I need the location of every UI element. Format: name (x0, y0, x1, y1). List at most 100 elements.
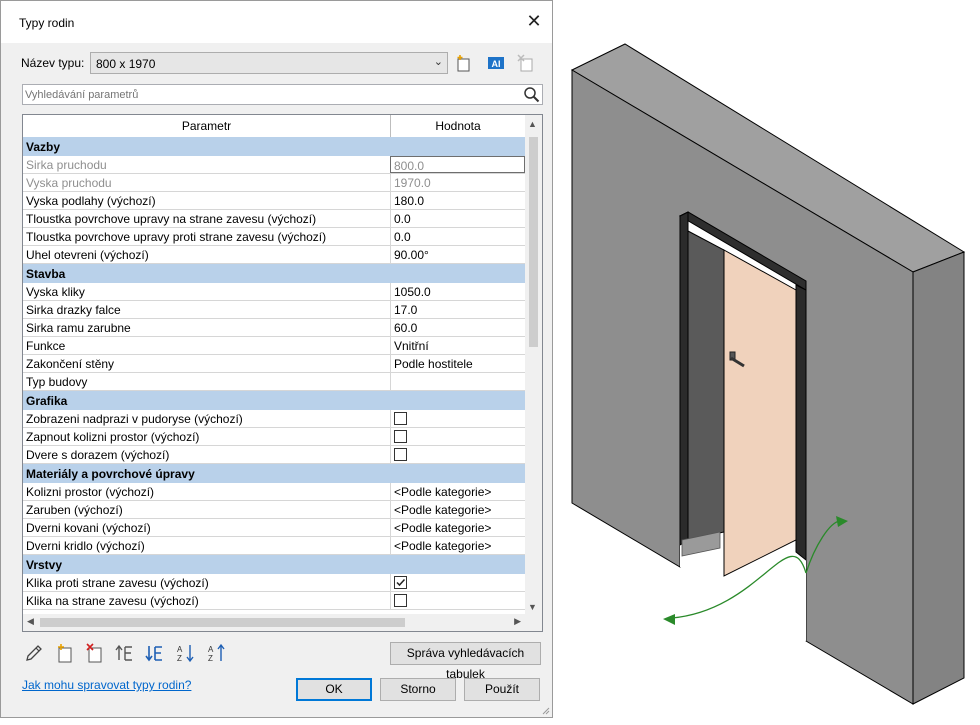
checkbox-icon[interactable] (394, 412, 407, 425)
ok-button[interactable]: OK (296, 678, 372, 701)
parameter-value-cell[interactable] (390, 446, 525, 463)
search-input[interactable] (25, 86, 515, 103)
category-header[interactable]: Vrstvy (23, 555, 525, 574)
parameter-value-cell[interactable] (390, 410, 525, 427)
parameter-row[interactable]: Sirka ramu zarubne 60.0 (23, 319, 525, 337)
rename-type-icon[interactable]: AI (487, 54, 505, 72)
horizontal-scrollbar[interactable]: ◀ ▶ (23, 614, 525, 631)
move-up-icon[interactable] (114, 642, 136, 664)
manage-lookup-tables-button[interactable]: Správa vyhledávacích tabulek (390, 642, 541, 681)
parameter-value-cell[interactable]: <Podle kategorie> (390, 501, 525, 518)
parameter-row[interactable]: Vyska pruchodu 1970.0 (23, 174, 525, 192)
parameter-value-cell[interactable]: 0.0 (390, 210, 525, 227)
parameter-row[interactable]: Funkce Vnitřní (23, 337, 525, 355)
parameter-value-cell[interactable]: <Podle kategorie> (390, 519, 525, 536)
parameter-value-cell[interactable]: <Podle kategorie> (390, 537, 525, 554)
parameter-value-cell[interactable]: Podle hostitele (390, 355, 525, 372)
checkbox-icon[interactable] (394, 594, 407, 607)
column-header-parameter[interactable]: Parametr (23, 115, 391, 137)
parameter-row[interactable]: Zobrazeni nadprazi v pudoryse (výchozí) (23, 410, 525, 428)
search-icon[interactable] (523, 86, 540, 103)
parameter-value-cell[interactable]: Vnitřní (390, 337, 525, 354)
category-header[interactable]: Stavba (23, 264, 525, 283)
new-parameter-icon[interactable] (54, 642, 76, 664)
scroll-left-icon[interactable]: ◀ (27, 616, 34, 627)
type-name-value: 800 x 1970 (96, 57, 156, 71)
vertical-scrollbar[interactable]: ▲ ▼ (525, 115, 542, 614)
checkbox-icon[interactable] (394, 430, 407, 443)
parameter-value-cell[interactable] (390, 592, 525, 609)
category-header[interactable]: Grafika (23, 391, 525, 410)
parameter-row[interactable]: Vyska podlahy (výchozí) 180.0 (23, 192, 525, 210)
scroll-up-icon[interactable]: ▲ (528, 119, 537, 129)
parameter-row[interactable]: Dverni kridlo (výchozí) <Podle kategorie> (23, 537, 525, 555)
help-link[interactable]: Jak mohu spravovat typy rodin? (22, 678, 191, 692)
parameter-value: 60.0 (394, 321, 418, 335)
parameter-value-cell[interactable]: 800.0 (390, 156, 525, 173)
cancel-button[interactable]: Storno (380, 678, 456, 701)
sort-descending-icon[interactable]: A Z (206, 642, 228, 664)
parameter-value-cell[interactable]: 180.0 (390, 192, 525, 209)
apply-button[interactable]: Použít (464, 678, 540, 701)
close-icon[interactable]: ✕ (522, 9, 546, 33)
parameter-row[interactable]: Zaruben (výchozí) <Podle kategorie> (23, 501, 525, 519)
parameter-row[interactable]: Sirka pruchodu 800.0 (23, 156, 525, 174)
door-frame-left (679, 211, 689, 546)
parameter-name: Zaruben (výchozí) (26, 503, 123, 517)
parameter-row[interactable]: Uhel otevreni (výchozí) 90.00° (23, 246, 525, 264)
parameter-row[interactable]: Klika proti strane zavesu (výchozí) (23, 574, 525, 592)
checkbox-checked-icon[interactable] (394, 576, 407, 589)
delete-type-icon[interactable] (517, 54, 535, 72)
parameter-value: <Podle kategorie> (394, 521, 492, 535)
parameter-value-cell[interactable]: 1050.0 (390, 283, 525, 300)
parameter-row[interactable]: Tloustka povrchove upravy na strane zave… (23, 210, 525, 228)
category-header[interactable]: Materiály a povrchové úpravy (23, 464, 525, 483)
parameter-row[interactable]: Zakončení stěny Podle hostitele (23, 355, 525, 373)
parameter-row[interactable]: Klika na strane zavesu (výchozí) (23, 592, 525, 610)
parameter-value-cell[interactable]: 90.00° (390, 246, 525, 263)
horizontal-scroll-thumb[interactable] (40, 618, 405, 627)
scroll-right-icon[interactable]: ▶ (514, 616, 521, 627)
parameter-value-cell[interactable]: 0.0 (390, 228, 525, 245)
parameter-search-box[interactable] (22, 84, 543, 105)
parameter-value-cell[interactable]: <Podle kategorie> (390, 483, 525, 500)
parameter-name: Klika na strane zavesu (výchozí) (26, 594, 199, 608)
parameter-row[interactable]: Sirka drazky falce 17.0 (23, 301, 525, 319)
parameter-row[interactable]: Vyska kliky 1050.0 (23, 283, 525, 301)
checkbox-icon[interactable] (394, 448, 407, 461)
category-header[interactable]: Vazby (23, 137, 525, 156)
move-down-icon[interactable] (144, 642, 166, 664)
delete-parameter-icon[interactable] (84, 642, 106, 664)
type-name-dropdown[interactable]: 800 x 1970 ⌄ (90, 52, 448, 74)
parameter-row[interactable]: Tloustka povrchove upravy proti strane z… (23, 228, 525, 246)
parameter-grid: Parametr Hodnota Vazby Sirka pruchodu 800.… (22, 114, 543, 632)
parameter-value-cell[interactable]: 17.0 (390, 301, 525, 318)
edit-pencil-icon[interactable] (23, 642, 45, 664)
sort-ascending-icon[interactable]: A Z (175, 642, 197, 664)
svg-text:A: A (177, 645, 183, 654)
column-header-value[interactable]: Hodnota (391, 115, 525, 137)
parameter-value-cell[interactable] (390, 373, 525, 390)
parameter-value: <Podle kategorie> (394, 485, 492, 499)
parameter-row[interactable]: Zapnout kolizni prostor (výchozí) (23, 428, 525, 446)
vertical-scroll-thumb[interactable] (529, 137, 538, 347)
svg-text:A: A (208, 645, 214, 654)
parameter-row[interactable]: Dvere s dorazem (výchozí) (23, 446, 525, 464)
parameter-value: 90.00° (394, 248, 429, 262)
parameter-value-cell[interactable]: 1970.0 (390, 174, 525, 191)
parameter-name: Sirka drazky falce (26, 303, 121, 317)
scroll-down-icon[interactable]: ▼ (528, 602, 537, 612)
parameter-value-cell[interactable] (390, 428, 525, 445)
new-type-icon[interactable] (455, 54, 473, 72)
flip-arrow-left-icon[interactable] (663, 614, 675, 625)
resize-grip-icon[interactable] (540, 705, 550, 715)
parameter-value-cell[interactable]: 60.0 (390, 319, 525, 336)
category-label: Vrstvy (26, 558, 63, 572)
svg-text:Z: Z (177, 654, 182, 663)
door-3d-preview (570, 43, 966, 705)
parameter-value: 1050.0 (394, 285, 431, 299)
parameter-value-cell[interactable] (390, 574, 525, 591)
parameter-row[interactable]: Typ budovy (23, 373, 525, 391)
parameter-row[interactable]: Dverni kovani (výchozí) <Podle kategorie> (23, 519, 525, 537)
parameter-row[interactable]: Kolizni prostor (výchozí) <Podle kategori… (23, 483, 525, 501)
